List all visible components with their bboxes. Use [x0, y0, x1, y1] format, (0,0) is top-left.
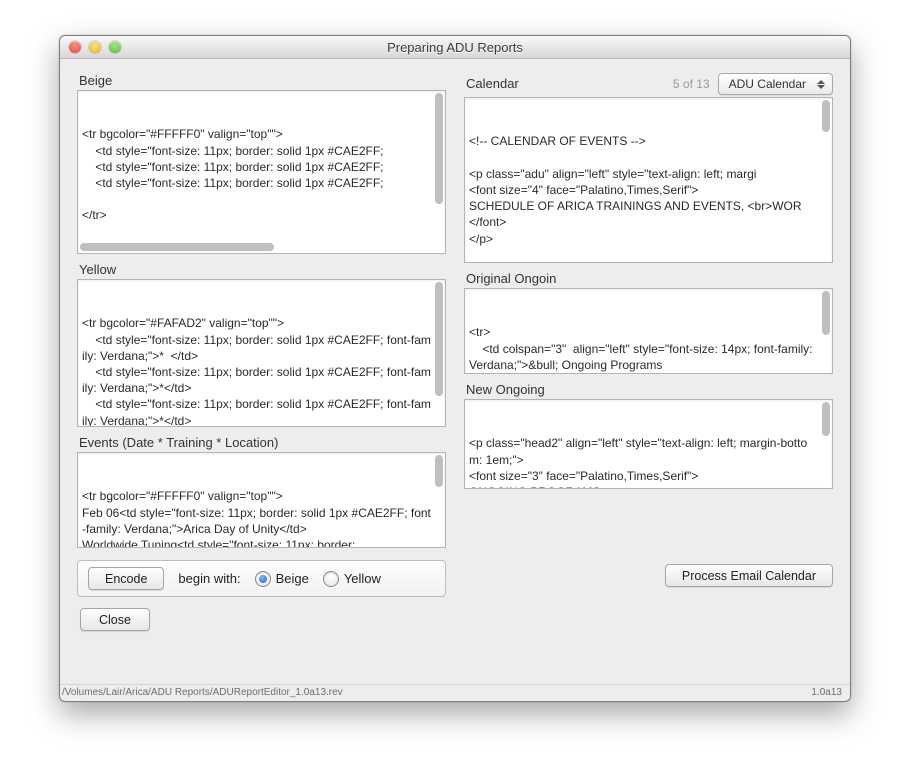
scrollbar-vertical[interactable]	[435, 282, 443, 424]
original-ongoing-label: Original Ongoin	[466, 271, 556, 286]
minimize-window-icon[interactable]	[89, 41, 101, 53]
begin-with-label: begin with:	[178, 571, 240, 586]
calendar-textarea[interactable]: <!-- CALENDAR OF EVENTS --> <p class="ad…	[464, 97, 833, 263]
beige-label: Beige	[79, 73, 112, 88]
yellow-label: Yellow	[79, 262, 116, 277]
updown-arrows-icon	[814, 80, 828, 89]
original-ongoing-textarea[interactable]: <tr> <td colspan="3" align="left" style=…	[464, 288, 833, 374]
scrollbar-vertical[interactable]	[435, 93, 443, 251]
beige-textarea[interactable]: <tr bgcolor="#FFFFF0" valign="top""> <td…	[77, 90, 446, 254]
scrollbar-vertical[interactable]	[435, 455, 443, 545]
radio-beige[interactable]: Beige	[255, 571, 309, 587]
scrollbar-vertical[interactable]	[822, 291, 830, 371]
status-path: /Volumes/Lair/Arica/ADU Reports/ADURepor…	[62, 687, 811, 698]
calendar-dropdown-value: ADU Calendar	[729, 77, 806, 91]
encode-button[interactable]: Encode	[88, 567, 164, 590]
scrollbar-vertical[interactable]	[822, 402, 830, 486]
yellow-textarea[interactable]: <tr bgcolor="#FAFAD2" valign="top""> <td…	[77, 279, 446, 427]
radio-beige-label: Beige	[276, 571, 309, 586]
right-column: Calendar 5 of 13 ADU Calendar <!-- CALEN…	[464, 70, 833, 631]
scrollbar-vertical[interactable]	[822, 100, 830, 260]
radio-yellow[interactable]: Yellow	[323, 571, 381, 587]
content-area: Beige <tr bgcolor="#FFFFF0" valign="top"…	[60, 59, 850, 684]
radio-yellow-label: Yellow	[344, 571, 381, 586]
left-column: Beige <tr bgcolor="#FFFFF0" valign="top"…	[77, 70, 446, 631]
status-bar: /Volumes/Lair/Arica/ADU Reports/ADURepor…	[60, 684, 850, 701]
process-email-calendar-button[interactable]: Process Email Calendar	[665, 564, 833, 587]
titlebar: Preparing ADU Reports	[60, 36, 850, 59]
zoom-window-icon[interactable]	[109, 41, 121, 53]
close-button[interactable]: Close	[80, 608, 150, 631]
encode-group: Encode begin with: Beige Yellow	[77, 560, 446, 597]
calendar-count: 5 of 13	[673, 77, 718, 91]
events-textarea[interactable]: <tr bgcolor="#FFFFF0" valign="top""> Feb…	[77, 452, 446, 548]
scrollbar-horizontal[interactable]	[80, 243, 433, 251]
close-window-icon[interactable]	[69, 41, 81, 53]
radio-icon	[255, 571, 271, 587]
calendar-label: Calendar	[466, 76, 519, 91]
traffic-lights	[60, 41, 121, 53]
events-label: Events (Date * Training * Location)	[79, 435, 278, 450]
calendar-dropdown[interactable]: ADU Calendar	[718, 73, 833, 95]
main-window: Preparing ADU Reports Beige <tr bgcolor=…	[59, 35, 851, 702]
new-ongoing-label: New Ongoing	[466, 382, 545, 397]
window-title: Preparing ADU Reports	[60, 40, 850, 55]
new-ongoing-textarea[interactable]: <p class="head2" align="left" style="tex…	[464, 399, 833, 489]
status-version: 1.0a13	[811, 687, 842, 698]
radio-icon	[323, 571, 339, 587]
